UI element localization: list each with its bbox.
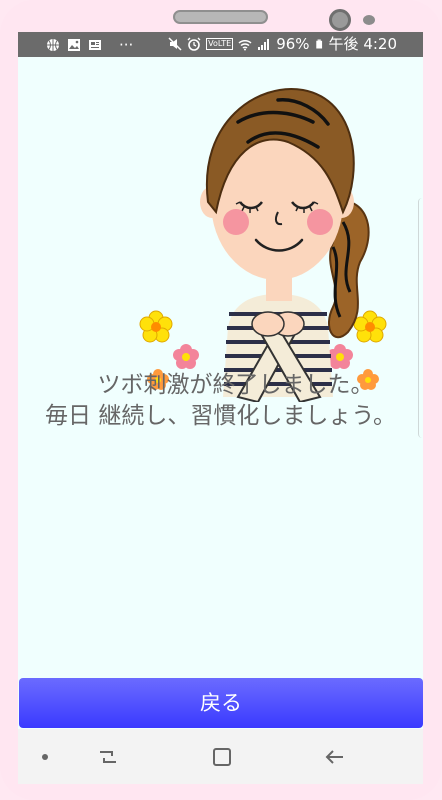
status-right-icons: VoLTE 96% 午後 4:20 bbox=[168, 35, 397, 53]
home-icon[interactable] bbox=[210, 746, 234, 768]
flower-yellow-left bbox=[139, 310, 173, 343]
woman-illustration bbox=[139, 88, 387, 402]
screen: ··· VoLTE 96% 午後 4:20 ツボ刺激が終了しました。 毎日 継続… bbox=[18, 32, 423, 784]
nav-bar bbox=[18, 729, 423, 784]
signal-icon bbox=[258, 39, 270, 50]
status-bar: ··· VoLTE 96% 午後 4:20 bbox=[18, 32, 423, 57]
volte-icon: VoLTE bbox=[206, 38, 234, 50]
news-icon bbox=[89, 40, 101, 50]
flower-yellow-right bbox=[353, 310, 387, 343]
message-line-2: 毎日 継続し、習慣化しましょう。 bbox=[45, 403, 396, 429]
left-cheek bbox=[223, 209, 249, 235]
speaker-grille bbox=[173, 10, 268, 24]
mute-icon bbox=[168, 37, 182, 51]
back-button[interactable]: 戻る bbox=[19, 678, 423, 728]
phone-frame: ··· VoLTE 96% 午後 4:20 ツボ刺激が終了しました。 毎日 継続… bbox=[0, 0, 442, 800]
alarm-icon bbox=[187, 37, 201, 51]
image-icon bbox=[68, 39, 80, 51]
flower-pink-left bbox=[173, 344, 199, 369]
more-dots-icon: ··· bbox=[119, 36, 134, 54]
back-arrow-icon[interactable] bbox=[323, 746, 347, 768]
proximity-sensor bbox=[363, 15, 375, 25]
battery-percent: 96% bbox=[276, 35, 310, 53]
wifi-icon bbox=[238, 39, 252, 51]
front-camera bbox=[329, 9, 351, 31]
battery-icon bbox=[315, 39, 322, 49]
clock: 午後 4:20 bbox=[328, 35, 397, 53]
dot-icon[interactable] bbox=[33, 746, 57, 768]
status-left-icons: ··· bbox=[46, 36, 133, 54]
basketball-icon bbox=[47, 39, 59, 51]
right-cheek bbox=[307, 209, 333, 235]
message-line-1: ツボ刺激が終了しました。 bbox=[97, 372, 374, 398]
recents-icon[interactable] bbox=[96, 746, 120, 768]
completion-message: ツボ刺激が終了しました。 毎日 継続し、習慣化しましょう。 bbox=[18, 370, 423, 432]
